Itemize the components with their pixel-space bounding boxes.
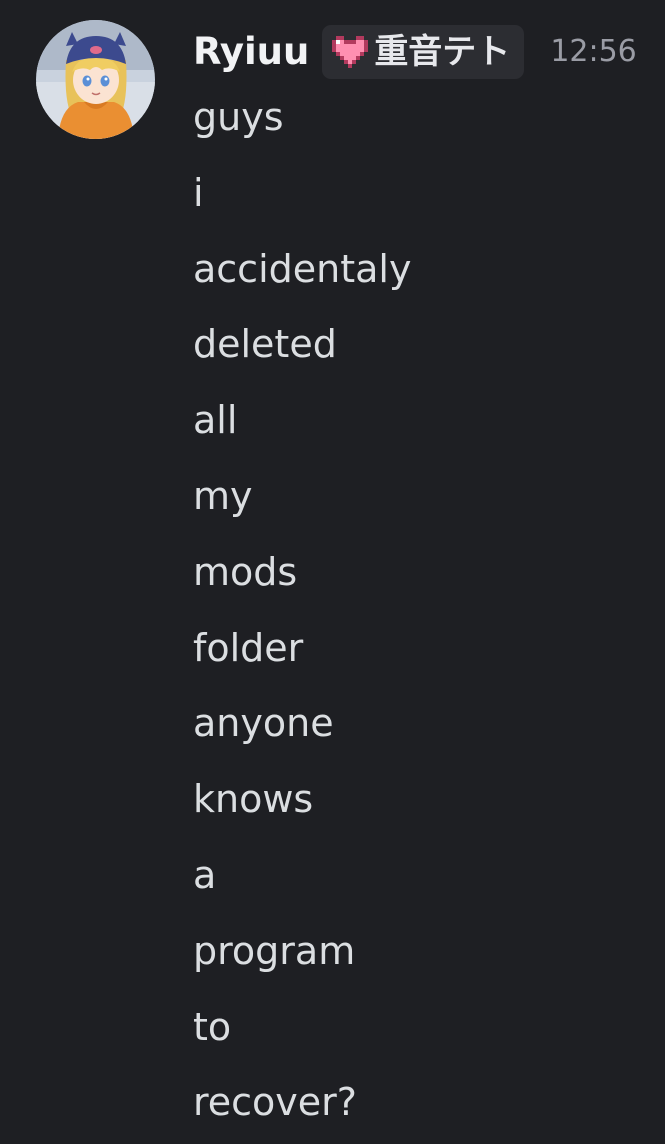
message-line: recover? — [193, 1080, 357, 1125]
message-line: guys — [193, 95, 284, 139]
message-timestamp[interactable]: 12:56 — [550, 24, 636, 80]
message-line: a — [193, 852, 217, 897]
message-line: to — [193, 1004, 232, 1049]
message-line: all — [193, 398, 238, 443]
role-label: 重音テト — [374, 32, 511, 72]
message-line: accidentaly — [193, 246, 412, 291]
avatar-image — [36, 20, 155, 139]
message-line: knows — [193, 777, 314, 822]
role-tag[interactable]: 重音テト — [322, 25, 525, 79]
message-line: program — [193, 928, 356, 973]
message-line: mods — [193, 549, 298, 594]
message-header: Ryiuu 重音テト 12:56 — [193, 24, 637, 80]
heart-icon — [332, 36, 369, 68]
user-avatar[interactable] — [36, 20, 155, 139]
message-line: anyone — [193, 701, 334, 746]
message-line: my — [193, 473, 253, 518]
message-line: deleted — [193, 322, 337, 367]
message-line: i — [193, 170, 204, 215]
message-line: folder — [193, 625, 304, 670]
chat-message: Ryiuu 重音テト 12:56 guys i accidentaly dele… — [0, 0, 665, 1144]
username[interactable]: Ryiuu — [193, 24, 309, 80]
message-content: guys i accidentaly deleted all my mods folder an… — [193, 80, 411, 1141]
